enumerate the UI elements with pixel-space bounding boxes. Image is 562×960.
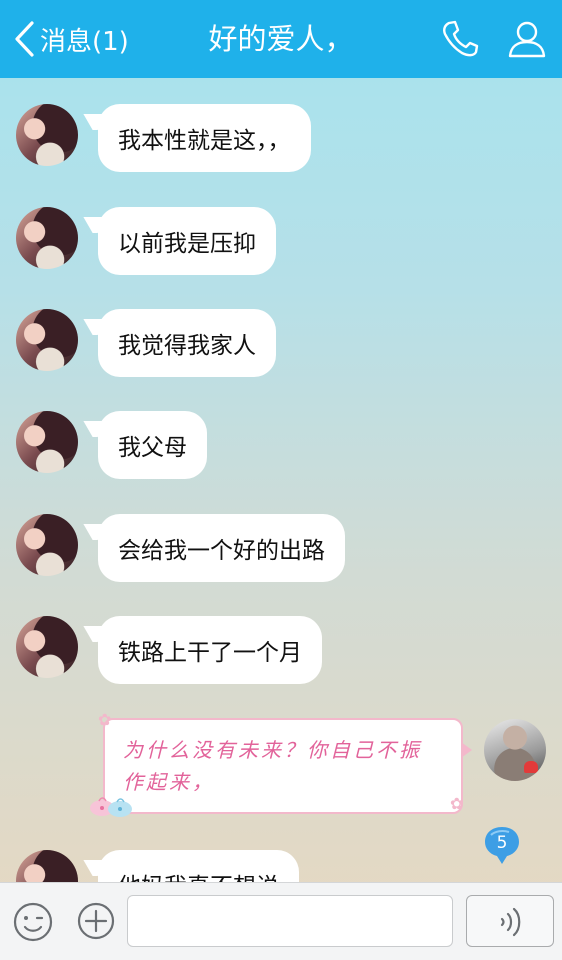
unread-count-badge[interactable]: 5: [483, 826, 521, 866]
message-bubble[interactable]: 会给我一个好的出路: [98, 514, 345, 582]
message-text: 会给我一个好的出路: [118, 538, 325, 564]
contact-avatar[interactable]: [16, 514, 78, 576]
chat-screen: 消息(1) 好的爱人， 我本性就是这，， 以前我是压抑 我觉得我家人 我父母 会…: [0, 0, 562, 960]
message-text: 我觉得我家人: [118, 333, 256, 359]
outgoing-message-bubble[interactable]: 为什么没有未来？你自己不振 作起来，: [103, 718, 472, 814]
message-text: 他妈我真不想说: [118, 867, 279, 882]
message-text: 铁路上干了一个月: [118, 640, 302, 666]
message-bubble[interactable]: 我父母: [98, 411, 207, 479]
message-text: 我本性就是这，，: [118, 128, 291, 154]
bubble-corner-decoration: ✿: [98, 710, 112, 729]
teacups-decoration-icon: [90, 797, 132, 817]
voice-wave-icon: [500, 907, 521, 937]
message-bubble[interactable]: 铁路上干了一个月: [98, 616, 322, 684]
message-bubble[interactable]: 他妈我真不想说: [98, 850, 299, 882]
contact-avatar[interactable]: [16, 104, 78, 166]
message-bubble[interactable]: 我本性就是这，，: [98, 104, 311, 172]
voice-button[interactable]: [466, 895, 554, 947]
contact-avatar[interactable]: [16, 616, 78, 678]
message-text: 以前我是压抑: [118, 231, 256, 257]
outgoing-message-line: 作起来，: [123, 770, 215, 794]
contact-avatar[interactable]: [16, 207, 78, 269]
emoji-smile-icon[interactable]: [12, 901, 54, 943]
contact-avatar[interactable]: [16, 850, 78, 882]
message-input[interactable]: [127, 895, 453, 947]
unread-count: 5: [496, 833, 508, 853]
bubble-corner-decoration: ✿: [450, 794, 464, 813]
plus-circle-icon[interactable]: [76, 901, 116, 941]
message-bubble[interactable]: 我觉得我家人: [98, 309, 276, 377]
message-text: 我父母: [118, 435, 187, 461]
contact-avatar[interactable]: [16, 309, 78, 371]
contact-avatar[interactable]: [16, 411, 78, 473]
outgoing-message-line: 为什么没有未来？你自己不振: [123, 738, 422, 762]
my-avatar[interactable]: [484, 719, 546, 781]
heart-icon: [524, 761, 538, 773]
message-bubble[interactable]: 以前我是压抑: [98, 207, 276, 275]
message-list[interactable]: 我本性就是这，， 以前我是压抑 我觉得我家人 我父母 会给我一个好的出路 铁路上…: [0, 0, 562, 882]
input-bar: [0, 882, 562, 960]
